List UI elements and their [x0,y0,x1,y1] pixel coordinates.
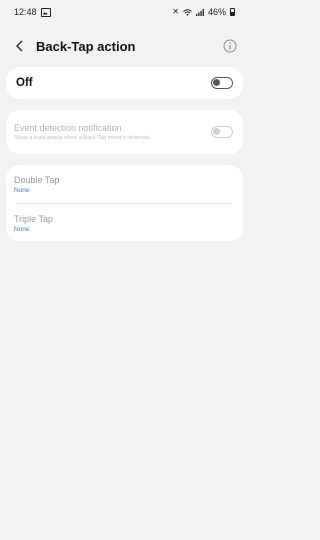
master-switch-label: Off [16,77,33,89]
tap-value: None [14,225,30,233]
event-title: Event detection notification [14,123,122,133]
status-right: ✕ 46% [172,7,235,17]
tap-actions-card: Double Tap None Triple Tap None [6,165,243,241]
status-left: 12:48 [14,7,51,17]
triple-tap-item[interactable]: Triple Tap None [14,204,235,242]
master-toggle[interactable] [211,77,233,89]
battery-percent: 46% [207,7,226,17]
signal-icon [195,8,204,16]
battery-icon [230,8,235,16]
event-notification-card: Event detection notification Show a toas… [6,110,243,154]
toggle-knob [213,79,220,86]
mute-icon: ✕ [172,7,179,16]
tap-title: Double Tap [14,174,60,185]
app-bar: Back-Tap action [0,30,249,62]
tap-title: Triple Tap [14,213,54,224]
photo-icon [40,7,51,17]
page-title: Back-Tap action [36,38,136,54]
status-time: 12:48 [14,7,37,17]
status-bar: 12:48 ✕ 46% [0,0,249,24]
toggle-knob [213,128,220,135]
event-text: Event detection notification Show a toas… [14,122,211,142]
info-icon[interactable] [223,39,237,53]
back-arrow-icon[interactable] [12,38,28,54]
tap-value: None [14,186,30,194]
wifi-icon [183,8,192,16]
event-subtitle: Show a toast popup when a Back-Tap event… [14,135,151,141]
event-toggle [211,126,233,138]
master-switch-card[interactable]: Off [6,67,243,99]
double-tap-item[interactable]: Double Tap None [14,165,235,203]
